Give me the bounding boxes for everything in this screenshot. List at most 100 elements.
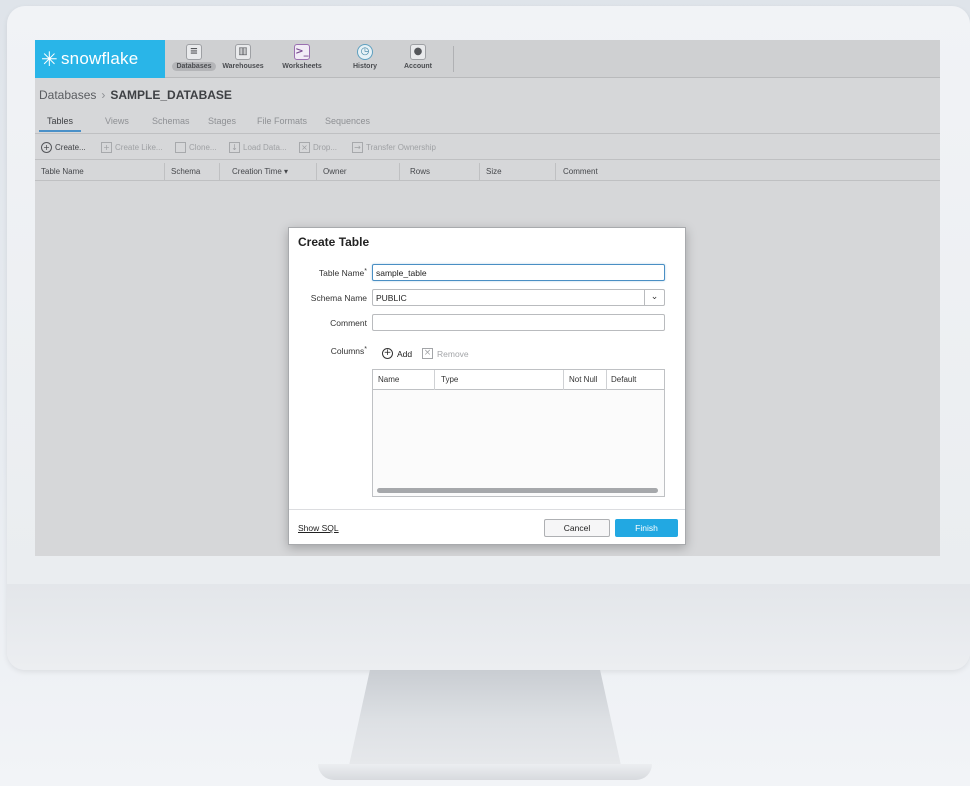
create-label: Create... bbox=[55, 143, 86, 152]
warehouse-icon: ▥ bbox=[235, 44, 251, 60]
table-name-label-text: Table Name bbox=[318, 268, 365, 278]
required-mark: * bbox=[364, 268, 367, 275]
nav-warehouses-label: Warehouses bbox=[222, 63, 264, 70]
horizontal-scrollbar[interactable] bbox=[377, 488, 658, 493]
create-like-button[interactable]: + Create Like... bbox=[101, 142, 163, 153]
column-divider bbox=[219, 163, 220, 181]
tab-file-formats[interactable]: File Formats bbox=[257, 116, 307, 126]
account-icon: ● bbox=[410, 44, 426, 60]
drop-icon: × bbox=[299, 142, 310, 153]
drop-button[interactable]: × Drop... bbox=[299, 142, 337, 153]
object-tabs: Tables Views Schemas Stages File Formats… bbox=[35, 110, 940, 134]
load-data-button[interactable]: ↓ Load Data... bbox=[229, 142, 287, 153]
tab-schemas[interactable]: Schemas bbox=[152, 116, 190, 126]
finish-button[interactable]: Finish bbox=[615, 519, 678, 537]
comment-label: Comment bbox=[289, 318, 367, 328]
columns-grid-header: Name Type Not Null Default bbox=[373, 370, 664, 390]
load-data-icon: ↓ bbox=[229, 142, 240, 153]
app-screen: ✳ snowflake ≡ Databases ▥ Warehouses >_ … bbox=[35, 40, 940, 556]
drop-label: Drop... bbox=[313, 143, 338, 152]
column-divider bbox=[164, 163, 165, 181]
remove-icon: × bbox=[422, 348, 433, 359]
breadcrumb-root[interactable]: Databases bbox=[39, 88, 96, 102]
schema-name-select[interactable]: PUBLIC ⌄ bbox=[372, 289, 665, 306]
grid-col-name[interactable]: Name bbox=[378, 375, 399, 384]
tab-tables[interactable]: Tables bbox=[39, 116, 82, 132]
breadcrumb: Databases › SAMPLE_DATABASE bbox=[39, 88, 232, 102]
clone-icon bbox=[175, 142, 186, 153]
column-divider bbox=[555, 163, 556, 181]
create-button[interactable]: + Create... bbox=[41, 142, 86, 153]
required-mark: * bbox=[364, 346, 367, 353]
column-divider bbox=[479, 163, 480, 181]
grid-col-default[interactable]: Default bbox=[611, 375, 636, 384]
nav-databases-label: Databases bbox=[172, 62, 216, 71]
snowflake-icon: ✳ bbox=[41, 47, 58, 71]
col-creation-time[interactable]: Creation Time ▾ bbox=[232, 167, 288, 176]
schema-name-label: Schema Name bbox=[289, 293, 367, 303]
clone-label: Clone... bbox=[189, 143, 217, 152]
nav-divider bbox=[453, 46, 454, 72]
remove-label: Remove bbox=[437, 348, 469, 359]
col-table-name[interactable]: Table Name bbox=[41, 167, 84, 176]
nav-warehouses[interactable]: ▥ Warehouses bbox=[217, 42, 269, 76]
grid-col-not-null[interactable]: Not Null bbox=[569, 375, 597, 384]
create-like-label: Create Like... bbox=[115, 143, 163, 152]
tables-header: Table Name Schema Creation Time ▾ Owner … bbox=[35, 163, 940, 181]
col-size[interactable]: Size bbox=[486, 167, 502, 176]
schema-name-label-text: Schema Name bbox=[310, 293, 367, 303]
add-column-button[interactable]: + Add bbox=[382, 348, 412, 359]
transfer-ownership-button[interactable]: → Transfer Ownership bbox=[352, 142, 436, 153]
col-comment[interactable]: Comment bbox=[563, 167, 598, 176]
create-like-icon: + bbox=[101, 142, 112, 153]
plus-circle-icon: + bbox=[41, 142, 52, 153]
top-nav: ✳ snowflake ≡ Databases ▥ Warehouses >_ … bbox=[35, 40, 940, 78]
create-table-dialog: Create Table Table Name* Schema Name PUB… bbox=[288, 227, 686, 545]
add-label: Add bbox=[397, 348, 413, 359]
transfer-icon: → bbox=[352, 142, 363, 153]
col-rows[interactable]: Rows bbox=[410, 167, 430, 176]
cancel-button[interactable]: Cancel bbox=[544, 519, 610, 537]
tab-sequences[interactable]: Sequences bbox=[325, 116, 370, 126]
chevron-down-icon[interactable]: ⌄ bbox=[644, 289, 664, 306]
show-sql-link[interactable]: Show SQL bbox=[298, 523, 339, 533]
nav-account[interactable]: ● Account bbox=[392, 42, 444, 76]
grid-divider bbox=[434, 370, 435, 390]
schema-name-value: PUBLIC bbox=[376, 293, 407, 303]
grid-divider bbox=[606, 370, 607, 390]
logo-text: snowflake bbox=[60, 49, 139, 68]
table-name-input[interactable] bbox=[372, 264, 665, 281]
columns-label: Columns* bbox=[289, 346, 367, 356]
monitor-chin bbox=[7, 584, 970, 670]
plus-circle-icon: + bbox=[382, 348, 393, 359]
snowflake-logo[interactable]: ✳ snowflake bbox=[35, 40, 165, 78]
nav-account-label: Account bbox=[404, 63, 432, 70]
database-icon: ≡ bbox=[186, 44, 202, 60]
tab-stages[interactable]: Stages bbox=[208, 116, 236, 126]
col-schema[interactable]: Schema bbox=[171, 167, 200, 176]
nav-history[interactable]: ◷ History bbox=[339, 42, 391, 76]
monitor-base bbox=[318, 764, 652, 780]
clone-button[interactable]: Clone... bbox=[175, 142, 217, 153]
column-divider bbox=[399, 163, 400, 181]
history-icon: ◷ bbox=[357, 44, 373, 60]
dialog-footer: Show SQL Cancel Finish bbox=[289, 509, 685, 544]
table-name-label: Table Name* bbox=[289, 268, 367, 278]
nav-worksheets[interactable]: >_ Worksheets bbox=[276, 42, 328, 76]
columns-label-text: Columns bbox=[330, 346, 365, 356]
table-toolbar: + Create... + Create Like... Clone... ↓ Loa… bbox=[35, 136, 940, 160]
load-data-label: Load Data... bbox=[243, 143, 287, 152]
tab-views[interactable]: Views bbox=[105, 116, 129, 126]
grid-col-type[interactable]: Type bbox=[441, 375, 458, 384]
col-owner[interactable]: Owner bbox=[323, 167, 347, 176]
comment-input[interactable] bbox=[372, 314, 665, 331]
breadcrumb-separator: › bbox=[101, 88, 106, 102]
remove-column-button[interactable]: × Remove bbox=[422, 348, 469, 359]
monitor-stand bbox=[348, 670, 622, 770]
nav-worksheets-label: Worksheets bbox=[282, 63, 322, 70]
nav-databases[interactable]: ≡ Databases bbox=[168, 42, 220, 76]
breadcrumb-current: SAMPLE_DATABASE bbox=[110, 88, 232, 102]
columns-grid: Name Type Not Null Default bbox=[372, 369, 665, 497]
comment-label-text: Comment bbox=[330, 318, 367, 328]
dialog-title: Create Table bbox=[298, 235, 370, 249]
